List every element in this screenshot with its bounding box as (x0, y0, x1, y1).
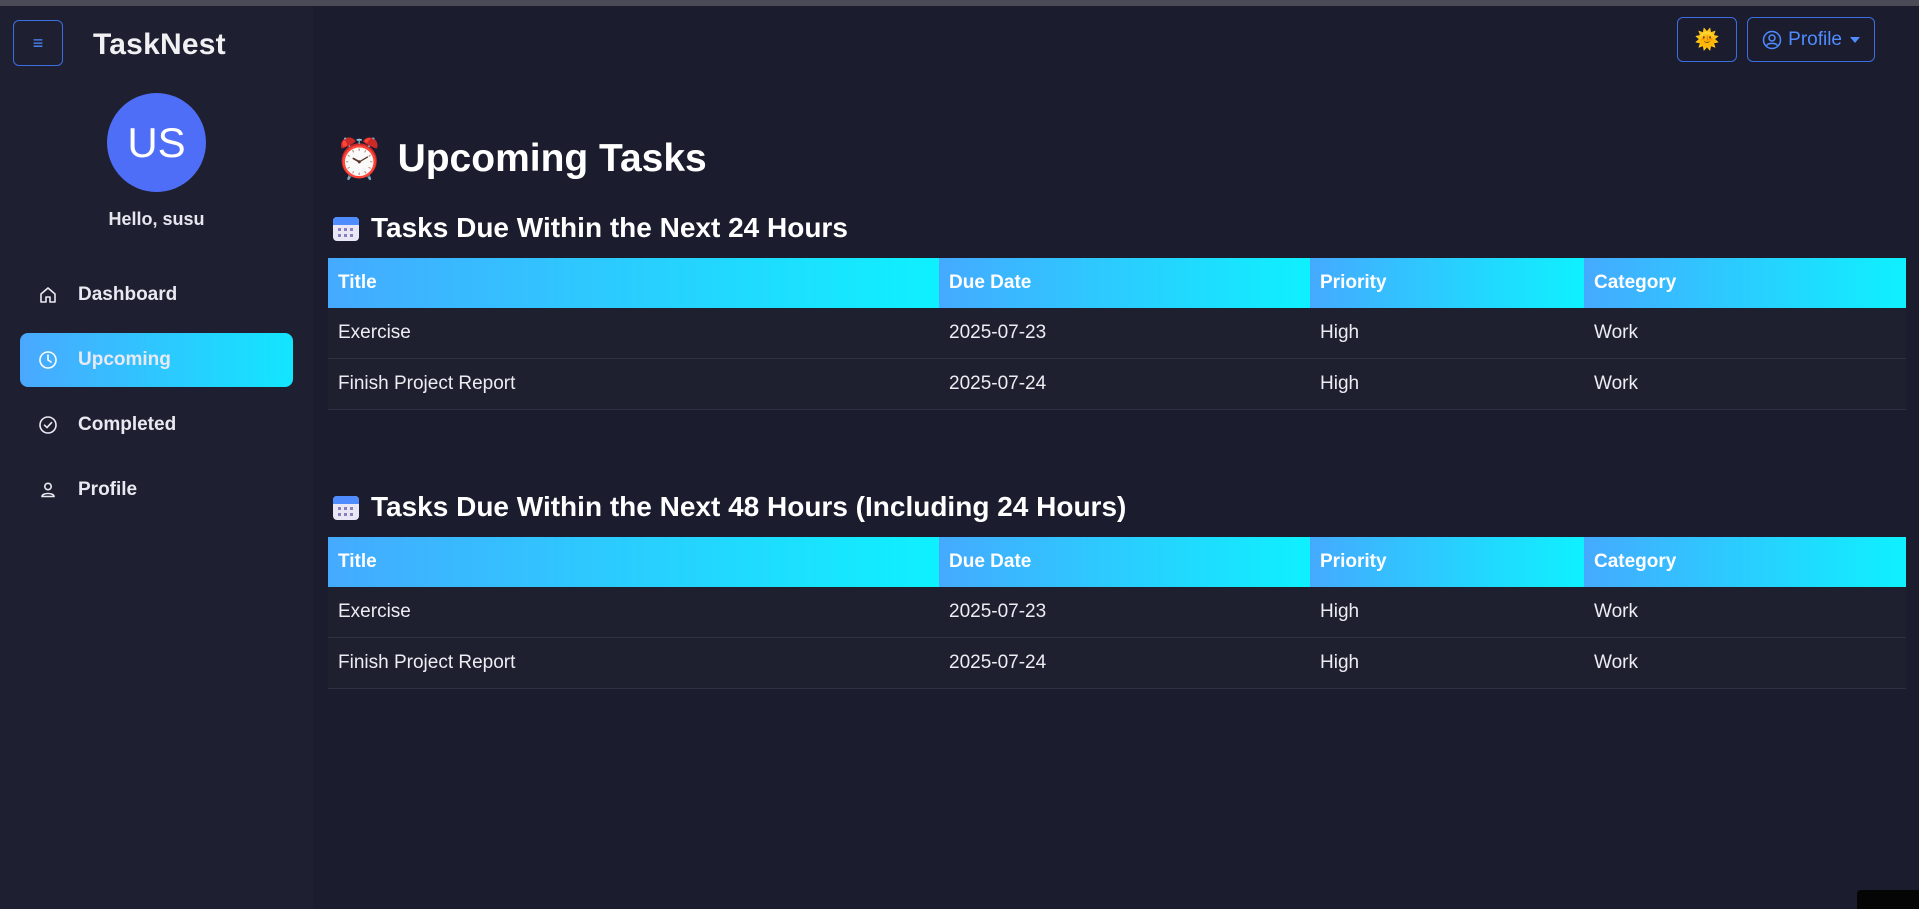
column-header-priority[interactable]: Priority (1310, 258, 1584, 308)
sun-emoji-icon: 🌞 (1694, 29, 1720, 51)
home-icon (37, 284, 59, 306)
page-title-text: Upcoming Tasks (397, 137, 707, 180)
column-header-priority[interactable]: Priority (1310, 537, 1584, 587)
sidebar-item-label: Profile (78, 479, 138, 500)
page-title: ⏰ Upcoming Tasks (335, 136, 707, 182)
corner-widget (1857, 890, 1919, 909)
calendar-icon (333, 496, 359, 520)
avatar-initials: US (127, 118, 186, 166)
sidebar-item-label: Upcoming (78, 349, 171, 370)
clock-icon (37, 349, 59, 371)
task-category-cell: Work (1584, 587, 1906, 638)
task-title-cell: Finish Project Report (328, 637, 939, 689)
task-title-cell: Finish Project Report (328, 358, 939, 410)
main-content: 🌞 Profile ⏰ Upcoming Tasks Tasks Due Wit… (313, 6, 1919, 909)
task-priority-cell: High (1310, 358, 1584, 410)
sidebar-item-dashboard[interactable]: Dashboard (20, 268, 293, 322)
tasks-table-48h: Title Due Date Priority Category Exercis… (328, 537, 1906, 689)
task-priority-cell: High (1310, 587, 1584, 638)
column-header-category[interactable]: Category (1584, 258, 1906, 308)
person-icon (37, 479, 59, 501)
section-heading-48h: Tasks Due Within the Next 48 Hours (Incl… (331, 491, 1126, 523)
table-header-row: Title Due Date Priority Category (328, 537, 1906, 587)
check-circle-icon (37, 414, 59, 436)
task-priority-cell: High (1310, 308, 1584, 359)
task-category-cell: Work (1584, 637, 1906, 689)
sidebar-item-label: Completed (78, 414, 177, 435)
profile-button-label: Profile (1788, 28, 1842, 50)
column-header-due-date[interactable]: Due Date (939, 258, 1310, 308)
task-title-cell: Exercise (328, 308, 939, 359)
task-priority-cell: High (1310, 637, 1584, 689)
table-header-row: Title Due Date Priority Category (328, 258, 1906, 308)
column-header-category[interactable]: Category (1584, 537, 1906, 587)
table-row[interactable]: Exercise 2025-07-23 High Work (328, 587, 1906, 638)
column-header-due-date[interactable]: Due Date (939, 537, 1310, 587)
brand-title: TaskNest (93, 28, 226, 61)
sidebar-item-completed[interactable]: Completed (20, 398, 293, 452)
task-due-date-cell: 2025-07-23 (939, 308, 1310, 359)
sidebar-item-profile[interactable]: Profile (20, 463, 293, 517)
section-heading-text: Tasks Due Within the Next 48 Hours (Incl… (371, 491, 1127, 522)
user-circle-icon (1762, 30, 1782, 49)
table-row[interactable]: Exercise 2025-07-23 High Work (328, 308, 1906, 359)
theme-toggle-button[interactable]: 🌞 (1677, 17, 1738, 62)
sidebar-item-label: Dashboard (78, 284, 178, 305)
section-heading-24h: Tasks Due Within the Next 24 Hours (331, 212, 848, 244)
avatar: US (107, 93, 206, 192)
hamburger-icon: ≡ (32, 33, 44, 53)
task-category-cell: Work (1584, 358, 1906, 410)
table-row[interactable]: Finish Project Report 2025-07-24 High Wo… (328, 358, 1906, 410)
column-header-title[interactable]: Title (328, 537, 939, 587)
sidebar: ≡ TaskNest US Hello, susu Dashboard Upco… (0, 6, 313, 909)
menu-toggle-button[interactable]: ≡ (13, 20, 63, 66)
task-title-cell: Exercise (328, 587, 939, 638)
header-actions: 🌞 Profile (1677, 17, 1875, 62)
greeting-text: Hello, susu (108, 209, 205, 229)
section-heading-text: Tasks Due Within the Next 24 Hours (371, 212, 848, 243)
task-due-date-cell: 2025-07-23 (939, 587, 1310, 638)
column-header-title[interactable]: Title (328, 258, 939, 308)
profile-dropdown-button[interactable]: Profile (1747, 17, 1875, 62)
table-row[interactable]: Finish Project Report 2025-07-24 High Wo… (328, 637, 1906, 689)
alarm-clock-icon: ⏰ (335, 138, 384, 181)
calendar-icon (333, 217, 359, 241)
task-due-date-cell: 2025-07-24 (939, 637, 1310, 689)
tasks-table-24h: Title Due Date Priority Category Exercis… (328, 258, 1906, 410)
task-due-date-cell: 2025-07-24 (939, 358, 1310, 410)
sidebar-item-upcoming[interactable]: Upcoming (20, 333, 293, 387)
sidebar-nav: Dashboard Upcoming Completed Profile (20, 268, 293, 528)
caret-down-icon (1850, 36, 1860, 43)
task-category-cell: Work (1584, 308, 1906, 359)
app-shell: ≡ TaskNest US Hello, susu Dashboard Upco… (0, 6, 1919, 909)
